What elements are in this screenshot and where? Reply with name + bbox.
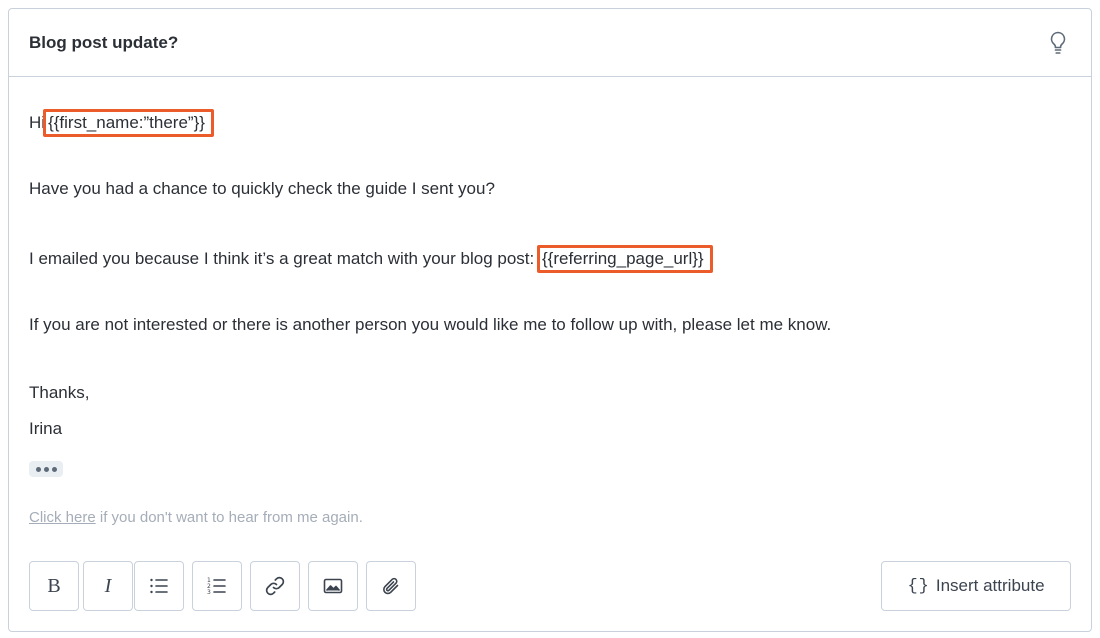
italic-button[interactable]: I [83,561,133,611]
first-name-variable[interactable]: {{first_name:”there”}} [43,109,214,137]
numbered-list-button[interactable]: 1 2 3 [192,561,242,611]
svg-text:3: 3 [207,589,211,596]
show-more-button[interactable] [29,461,63,477]
image-button[interactable] [308,561,358,611]
bold-label: B [47,574,61,597]
bulleted-list-icon [150,578,168,594]
attachment-button[interactable] [366,561,416,611]
bold-button[interactable]: B [29,561,79,611]
paperclip-icon [383,577,399,595]
curly-braces-icon: {} [907,576,930,596]
greeting-line: Hi {{first_name:”there”}} [29,109,214,137]
insert-attribute-label: Insert attribute [935,576,1045,595]
dot-icon [43,466,49,472]
image-icon [323,578,343,594]
numbered-list-icon: 1 2 3 [207,577,226,596]
bulleted-list-button[interactable] [134,561,184,611]
body-line-blog-post: I emailed you because I think it’s a gre… [29,245,713,273]
subject-line[interactable]: Blog post update? [29,33,178,53]
dot-icon [35,466,41,472]
unsubscribe-line: Click here if you don't want to hear fro… [29,509,363,526]
referring-page-url-variable[interactable]: {{referring_page_url}} [536,245,713,273]
dot-icon [51,466,57,472]
link-icon [265,576,285,596]
signature-text: Irina [29,419,63,438]
signoff-text: Thanks, [29,383,90,402]
body-line-check-guide: Have you had a chance to quickly check t… [29,179,495,198]
insert-attribute-button[interactable]: {} Insert attribute [881,561,1071,611]
blog-post-text: I emailed you because I think it’s a gre… [29,249,539,268]
lightbulb-icon[interactable] [1049,31,1067,55]
body-line-follow-up: If you are not interested or there is an… [29,315,832,334]
link-button[interactable] [250,561,300,611]
italic-label: I [104,574,112,597]
unsubscribe-link[interactable]: Click here [29,509,96,526]
email-editor-card: Blog post update? Hi {{first_name:”there”… [8,8,1092,632]
unsubscribe-text: if you don't want to hear from me again. [95,509,363,526]
email-header: Blog post update? [9,9,1091,77]
